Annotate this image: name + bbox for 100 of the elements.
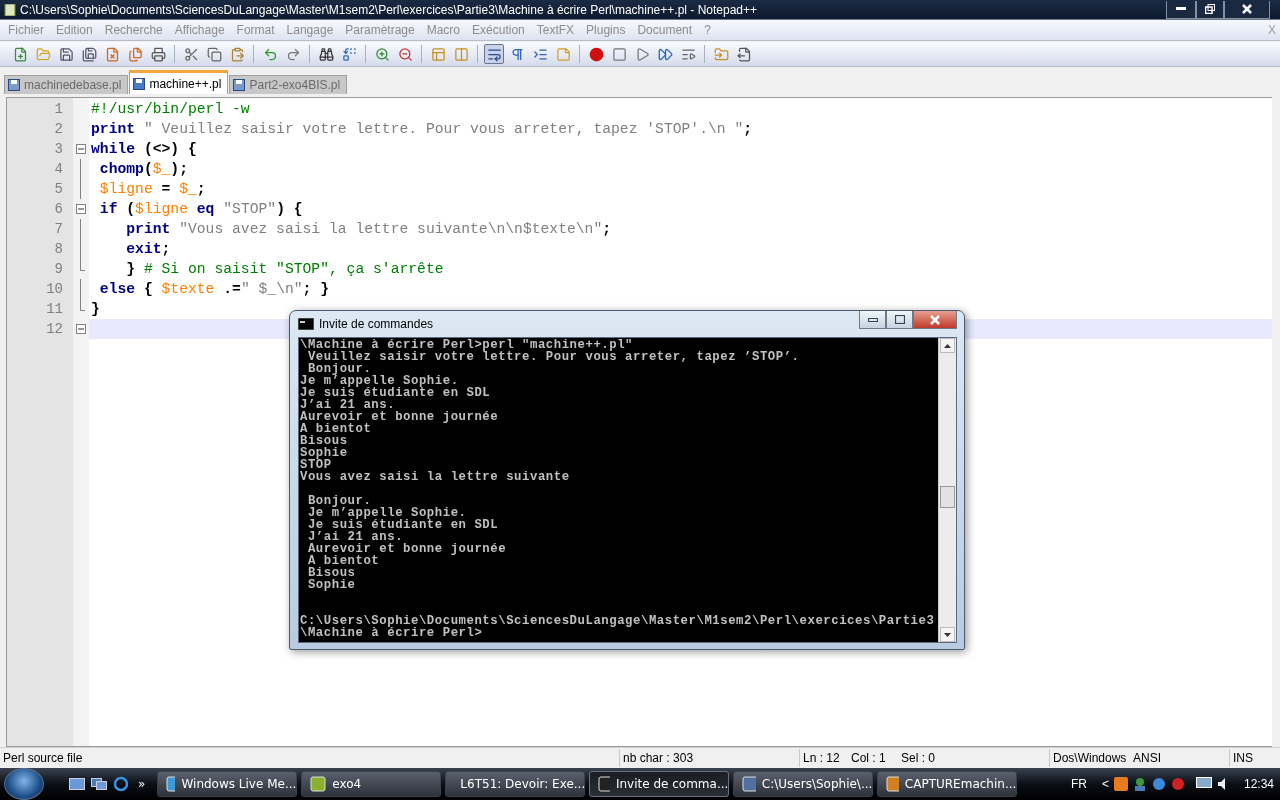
column-position: Col : 1 [850, 750, 887, 767]
save-icon [133, 77, 146, 90]
code-line: } [90, 301, 100, 317]
file-tab[interactable]: machine++.pl [129, 70, 229, 94]
tray-expand-button[interactable]: < [1101, 777, 1109, 791]
menu-item[interactable]: Plugins [580, 23, 632, 37]
file-tab[interactable]: Part2-exo4BIS.pl [229, 75, 348, 94]
file-tab[interactable]: machinedebase.pl [4, 75, 129, 94]
tray-app-icon[interactable] [1170, 777, 1185, 791]
clock[interactable]: 12:34 [1243, 777, 1274, 791]
panel-icon [430, 46, 446, 62]
console-line: \Machine à écrire Perl> [300, 627, 483, 639]
language-indicator[interactable]: FR [1070, 777, 1087, 791]
console-line: Sophie [306, 579, 357, 591]
menu-item[interactable]: Paramètrage [339, 23, 421, 37]
scroll-thumb[interactable] [940, 486, 955, 508]
minimize-button[interactable] [1166, 0, 1196, 19]
scrollbar[interactable] [938, 338, 956, 642]
console-line: Bisous [306, 567, 357, 579]
zoom-out-icon [397, 46, 413, 62]
copy-icon [206, 46, 222, 62]
maximize-button[interactable] [886, 311, 913, 329]
insert-mode: INS [1232, 750, 1254, 767]
tray-app-icon[interactable] [1113, 777, 1128, 791]
paste-icon [229, 46, 245, 62]
console-line: Aurevoir et bonne journée [300, 411, 500, 423]
console-line: Veuillez saisir votre lettre. Pour vous arreter, tapez ’STOP’. [306, 351, 801, 363]
menu-item[interactable]: Langage [280, 23, 340, 37]
close-button[interactable] [1224, 0, 1270, 19]
menu-item[interactable]: ? [698, 23, 717, 37]
menu-item[interactable]: Edition [50, 23, 99, 37]
menu-item[interactable]: Affichage [168, 23, 231, 37]
window-title: C:\Users\Sophie\Documents\SciencesDuLangage\Master\M1sem2\Perl\exercices\Partie3\Machine à écrire Perl\machine++.pl - Notepad++ [20, 2, 759, 17]
console-line: A bientot [300, 423, 373, 435]
maximize-icon [894, 315, 905, 324]
code-line: #!/usr/bin/perl -w [90, 101, 250, 117]
ring-icon [113, 776, 129, 792]
open-folder-icon [35, 46, 51, 62]
taskbar-button[interactable]: Windows Live Me... [157, 771, 298, 797]
network-icon[interactable] [1132, 777, 1147, 791]
console-icon [298, 318, 314, 330]
console-line: J’ai 21 ans. [306, 531, 404, 543]
code-line: exit; [125, 241, 171, 257]
scroll-up-button[interactable] [940, 338, 955, 353]
save-icon [8, 79, 20, 91]
wrap-icon [486, 46, 502, 62]
columns-icon [453, 46, 469, 62]
desktop-icon[interactable] [68, 776, 86, 792]
start-button[interactable] [4, 768, 44, 800]
folder-icon [713, 46, 729, 62]
menu-item[interactable]: Format [230, 23, 281, 37]
close-document-button[interactable]: X [1268, 23, 1276, 37]
pilcrow-icon [509, 46, 525, 62]
taskbar-button[interactable]: CAPTUREmachin... [877, 771, 1018, 797]
app-icon [886, 776, 899, 792]
menu-item[interactable]: Macro [420, 23, 467, 37]
console-line: Je suis étudiante en SDL [306, 519, 500, 531]
console-line: C:\Users\Sophie\Documents\SciencesDuLangage\Master\M1sem2\Perl\exercices\Partie3 [300, 615, 936, 627]
quick-launch-more[interactable]: » [138, 777, 146, 791]
console-line: Aurevoir et bonne journée [306, 543, 508, 555]
stop-icon [611, 46, 627, 62]
console-line: Vous avez saisi la lettre suivante [300, 471, 571, 483]
code-line: while (<>) { [90, 141, 197, 157]
wrap-button[interactable] [484, 44, 504, 64]
menu-item[interactable]: Recherche [98, 23, 169, 37]
save-icon [58, 46, 74, 62]
close-all-icon [127, 46, 143, 62]
tray-app-icon[interactable] [1151, 777, 1166, 791]
minimize-button[interactable] [859, 311, 886, 329]
notepad-icon [310, 776, 327, 792]
line-position: Ln : 12 [802, 750, 841, 767]
record-icon [588, 46, 604, 62]
code-line: $ligne = $_; [98, 181, 206, 197]
fold-minus-icon[interactable] [76, 324, 86, 334]
taskbar-button[interactable]: C:\Users\Sophie\... [733, 771, 874, 797]
scroll-down-button[interactable] [940, 627, 955, 642]
line-number: 12 [7, 319, 73, 339]
fold-minus-icon[interactable] [76, 144, 86, 154]
save-icon [233, 79, 246, 91]
selection-count: Sel : 0 [898, 749, 1050, 767]
menu-item[interactable]: TextFX [530, 23, 581, 37]
print-icon [150, 46, 166, 62]
taskbar-button[interactable]: exo4 [301, 771, 442, 797]
menu-item[interactable]: Fichier [2, 23, 50, 37]
taskbar-button[interactable]: Invite de comma... [589, 771, 730, 797]
code-line: } # Si on saisit "STOP", ça s'arrête [125, 261, 444, 277]
window-switch-icon[interactable] [90, 776, 108, 792]
play-icon [634, 46, 650, 62]
console-line: A bientot [306, 555, 381, 567]
console-title: Invite de commandes [319, 317, 434, 331]
restore-button[interactable] [1196, 0, 1224, 19]
taskbar-button[interactable]: L6T51: Devoir: Exe... [445, 771, 586, 797]
monitor-icon[interactable] [1195, 777, 1212, 791]
menu-item[interactable]: Exécution [466, 23, 531, 37]
browser-icon[interactable] [112, 776, 130, 792]
fold-minus-icon[interactable] [76, 204, 86, 214]
menu-item[interactable]: Document [631, 23, 699, 37]
console-line: Je m’appelle Sophie. [300, 375, 460, 387]
code-line: else { $texte .=" $_\n"; } [98, 281, 330, 297]
code-line: print "Vous avez saisi la lettre suivante\n\n$texte\n"; [125, 221, 612, 237]
